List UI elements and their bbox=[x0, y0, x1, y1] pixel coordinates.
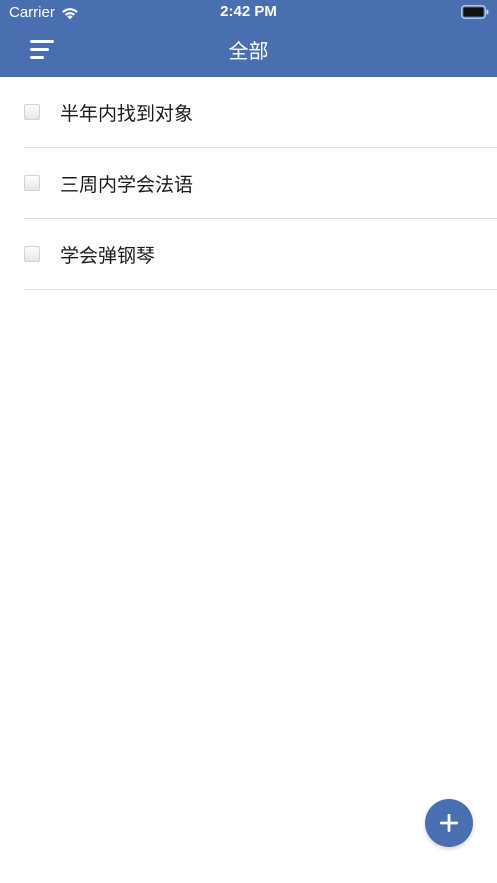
menu-button[interactable] bbox=[24, 36, 60, 66]
page-title: 全部 bbox=[228, 39, 269, 63]
todo-checkbox[interactable] bbox=[24, 104, 40, 120]
todo-label: 半年内找到对象 bbox=[60, 102, 194, 125]
top-bar: Carrier 2:42 PM 全部 bbox=[0, 0, 497, 77]
todo-label: 三周内学会法语 bbox=[60, 173, 194, 196]
plus-icon bbox=[440, 814, 458, 832]
status-bar: Carrier 2:42 PM bbox=[0, 0, 497, 26]
todo-checkbox[interactable] bbox=[24, 175, 40, 191]
todo-item[interactable]: 三周内学会法语 bbox=[24, 148, 497, 219]
todo-item[interactable]: 学会弹钢琴 bbox=[24, 219, 497, 290]
battery-icon bbox=[461, 5, 489, 19]
navigation-bar: 全部 bbox=[0, 26, 497, 77]
todo-checkbox[interactable] bbox=[24, 246, 40, 262]
todo-item[interactable]: 半年内找到对象 bbox=[24, 77, 497, 148]
app-screen: Carrier 2:42 PM 全部 半年内找到对象 三周内学会法语 学会弹钢琴 bbox=[0, 0, 497, 883]
add-todo-button[interactable] bbox=[425, 799, 473, 847]
status-time: 2:42 PM bbox=[220, 3, 277, 20]
todo-list: 半年内找到对象 三周内学会法语 学会弹钢琴 bbox=[0, 77, 497, 290]
hamburger-menu-icon bbox=[30, 40, 54, 59]
todo-label: 学会弹钢琴 bbox=[60, 244, 156, 267]
